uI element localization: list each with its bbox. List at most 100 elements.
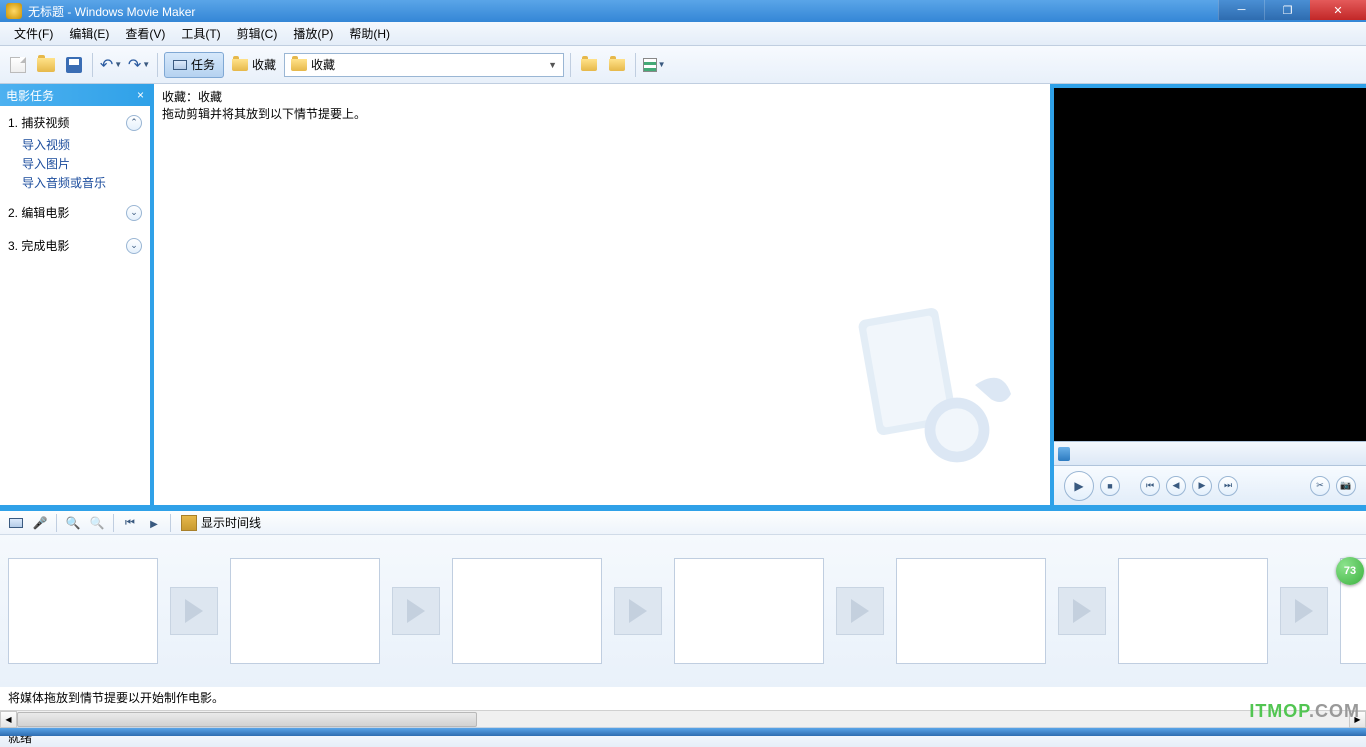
zoom-out-button[interactable]	[87, 513, 107, 533]
transition-placeholder[interactable]	[1058, 587, 1106, 635]
dropdown-arrow-icon: ▼	[114, 60, 122, 69]
seek-bar[interactable]	[1054, 441, 1366, 465]
split-clip-button[interactable]: ✂	[1310, 476, 1330, 496]
new-button[interactable]	[6, 53, 30, 77]
separator	[56, 514, 57, 532]
view-mode-button[interactable]: ▼	[642, 53, 666, 77]
zoom-out-icon	[90, 516, 105, 530]
collection-dropdown[interactable]: 收藏 ▼	[284, 53, 564, 77]
toolbar: ▼ ▼ 任务 收藏 收藏 ▼ ▼	[0, 46, 1366, 84]
clip-placeholder[interactable]	[674, 558, 824, 664]
transition-placeholder[interactable]	[836, 587, 884, 635]
next-clip-button[interactable]: ⏭	[1218, 476, 1238, 496]
scroll-track[interactable]	[17, 711, 1349, 728]
close-pane-button[interactable]: ×	[137, 88, 144, 102]
new-icon	[10, 57, 26, 73]
scroll-thumb[interactable]	[17, 712, 477, 727]
minimize-button[interactable]: ─	[1218, 0, 1264, 20]
timeline-icon	[181, 515, 197, 531]
clip-placeholder[interactable]	[896, 558, 1046, 664]
dropdown-arrow-icon: ▼	[548, 60, 557, 70]
prev-clip-button[interactable]: ⏮	[1140, 476, 1160, 496]
task-section-title: 1. 捕获视频	[8, 114, 69, 131]
menu-clip[interactable]: 剪辑(C)	[229, 23, 286, 44]
task-section-header[interactable]: 1. 捕获视频 ⌃	[8, 110, 142, 135]
separator	[157, 53, 158, 77]
show-timeline-button[interactable]: 显示时间线	[177, 514, 265, 531]
play-storyboard-button[interactable]	[144, 513, 164, 533]
collection-pane: 收藏：收藏 拖动剪辑并将其放到以下情节提要上。	[150, 84, 1050, 505]
storyboard-hint: 将媒体拖放到情节提要以开始制作电影。	[0, 687, 1366, 710]
redo-button[interactable]: ▼	[127, 53, 151, 77]
preview-pane: ▶ ■ ⏮ ◀ ▶ ⏭ ✂ 📷	[1050, 84, 1366, 505]
open-folder-icon	[37, 58, 55, 72]
play-icon	[185, 599, 203, 623]
menu-play[interactable]: 播放(P)	[285, 23, 341, 44]
separator	[570, 53, 571, 77]
main-content: 电影任务 × 1. 捕获视频 ⌃ 导入视频 导入图片 导入音频或音乐 2. 编辑…	[0, 84, 1366, 505]
open-button[interactable]	[34, 53, 58, 77]
task-section-edit: 2. 编辑电影 ⌄	[0, 196, 150, 229]
show-timeline-label: 显示时间线	[201, 514, 261, 531]
task-section-header[interactable]: 2. 编辑电影 ⌄	[8, 200, 142, 225]
storyboard-toolbar: 🎤 显示时间线	[0, 511, 1366, 535]
narrate-button[interactable]: 🎤	[30, 513, 50, 533]
storyboard-toggle-button[interactable]	[6, 513, 26, 533]
collapse-icon: ⌃	[126, 115, 142, 131]
zoom-in-button[interactable]	[63, 513, 83, 533]
seek-thumb[interactable]	[1058, 447, 1070, 461]
task-import-video[interactable]: 导入视频	[22, 135, 142, 154]
clip-placeholder[interactable]	[1118, 558, 1268, 664]
rewind-icon	[125, 515, 135, 530]
collections-toggle-button[interactable]: 收藏	[228, 56, 280, 73]
transition-placeholder[interactable]	[392, 587, 440, 635]
undo-icon	[100, 55, 113, 75]
clip-placeholder[interactable]	[230, 558, 380, 664]
tasks-toggle-button[interactable]: 任务	[164, 52, 224, 78]
maximize-button[interactable]: ❐	[1264, 0, 1310, 20]
save-button[interactable]	[62, 53, 86, 77]
storyboard[interactable]	[0, 535, 1366, 687]
rewind-button[interactable]	[120, 513, 140, 533]
transition-placeholder[interactable]	[614, 587, 662, 635]
task-section-finish: 3. 完成电影 ⌄	[0, 229, 150, 262]
titlebar: 无标题 - Windows Movie Maker ─ ❐ ✕	[0, 0, 1366, 22]
transition-placeholder[interactable]	[1280, 587, 1328, 635]
separator	[92, 53, 93, 77]
scroll-left-button[interactable]: ◀	[0, 711, 17, 728]
clip-placeholder[interactable]	[452, 558, 602, 664]
notification-badge[interactable]: 73	[1336, 557, 1364, 585]
task-section-header[interactable]: 3. 完成电影 ⌄	[8, 233, 142, 258]
clip-placeholder[interactable]	[8, 558, 158, 664]
task-section-capture: 1. 捕获视频 ⌃ 导入视频 导入图片 导入音频或音乐	[0, 106, 150, 196]
undo-button[interactable]: ▼	[99, 53, 123, 77]
grid-icon	[643, 58, 657, 72]
menu-edit[interactable]: 编辑(E)	[61, 23, 117, 44]
prev-frame-button[interactable]: ◀	[1166, 476, 1186, 496]
horizontal-scrollbar[interactable]: ◀ ▶	[0, 710, 1366, 727]
take-picture-button[interactable]: 📷	[1336, 476, 1356, 496]
up-level-button[interactable]	[577, 53, 601, 77]
menu-tools[interactable]: 工具(T)	[173, 23, 228, 44]
dropdown-arrow-icon: ▼	[658, 60, 666, 69]
separator	[635, 53, 636, 77]
title-text: 无标题 - Windows Movie Maker	[28, 3, 195, 20]
folder-up-icon	[581, 59, 597, 71]
tasks-label: 任务	[191, 56, 215, 73]
menu-file[interactable]: 文件(F)	[6, 23, 61, 44]
stop-button[interactable]: ■	[1100, 476, 1120, 496]
task-import-picture[interactable]: 导入图片	[22, 154, 142, 173]
new-folder-button[interactable]	[605, 53, 629, 77]
redo-icon	[128, 55, 141, 75]
task-import-audio[interactable]: 导入音频或音乐	[22, 173, 142, 192]
play-button[interactable]: ▶	[1064, 471, 1094, 501]
close-button[interactable]: ✕	[1310, 0, 1366, 20]
play-icon	[407, 599, 425, 623]
next-frame-button[interactable]: ▶	[1192, 476, 1212, 496]
play-icon	[1073, 599, 1091, 623]
collection-hint: 拖动剪辑并将其放到以下情节提要上。	[154, 105, 1050, 126]
expand-icon: ⌄	[126, 205, 142, 221]
transition-placeholder[interactable]	[170, 587, 218, 635]
menu-view[interactable]: 查看(V)	[117, 23, 173, 44]
menu-help[interactable]: 帮助(H)	[341, 23, 398, 44]
